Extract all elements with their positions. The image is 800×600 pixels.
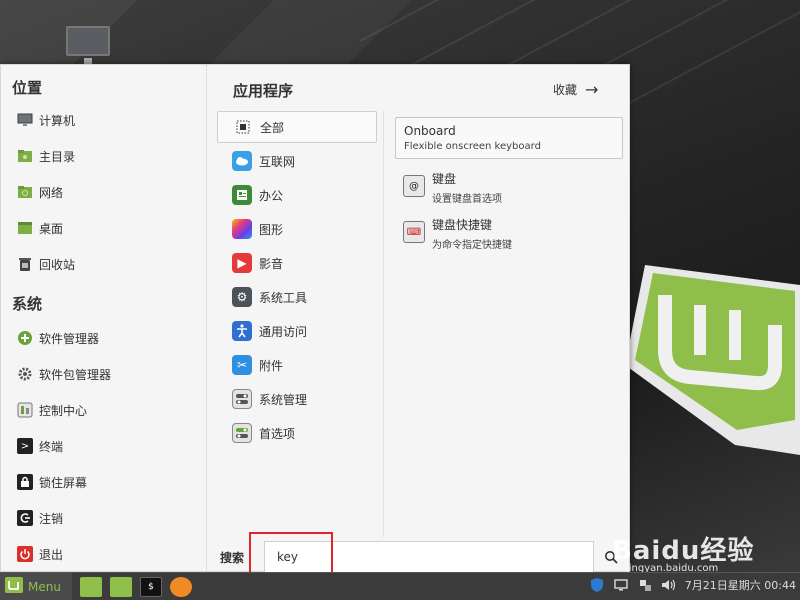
internet-icon	[232, 151, 252, 171]
display-icon[interactable]	[613, 577, 629, 593]
network-folder-icon	[17, 184, 33, 200]
lock-icon	[17, 474, 33, 490]
search-input[interactable]	[264, 541, 594, 573]
logout-icon	[17, 510, 33, 526]
category-system-tools[interactable]: ⚙ 系统工具	[217, 281, 377, 313]
package-manager-icon	[17, 366, 33, 382]
system-tools-icon: ⚙	[232, 287, 252, 307]
places-item-desktop[interactable]: 桌面	[17, 217, 63, 239]
baidu-watermark: Baidu经验 jingyan.baidu.com	[612, 536, 755, 574]
category-graphics[interactable]: 图形	[217, 213, 377, 245]
applications-title: 应用程序	[233, 82, 294, 100]
software-manager-icon	[17, 330, 33, 346]
system-tray: 7月21日星期六 00:44	[589, 577, 796, 593]
monitor-icon	[17, 112, 33, 128]
system-item-logout[interactable]: 注销	[17, 507, 63, 529]
panel-divider	[383, 111, 384, 537]
app-item-keyboard[interactable]: @ 键盘 设置键盘首选项	[395, 164, 623, 206]
home-folder-launcher-icon[interactable]	[110, 576, 132, 597]
system-item-software-manager[interactable]: 软件管理器	[17, 327, 99, 349]
terminal-icon: >	[17, 438, 33, 454]
multimedia-icon: ▶	[232, 253, 252, 273]
keyboard-shortcuts-icon: ⌨	[403, 221, 425, 243]
system-item-package-manager[interactable]: 软件包管理器	[17, 363, 111, 385]
preferences-icon	[232, 423, 252, 443]
arrow-right-icon: →	[585, 80, 599, 99]
category-internet[interactable]: 互联网	[217, 145, 377, 177]
keyboard-icon: @	[403, 175, 425, 197]
category-all[interactable]: 全部	[217, 111, 377, 143]
power-icon	[17, 546, 33, 562]
menu-button[interactable]: Menu	[0, 572, 72, 600]
desktop-folder-icon	[17, 220, 33, 236]
administration-icon	[232, 389, 252, 409]
search-label: 搜索	[220, 551, 245, 565]
places-item-home[interactable]: 主目录	[17, 145, 75, 167]
mint-menu-icon	[4, 576, 24, 598]
shield-icon[interactable]	[589, 577, 605, 593]
system-item-lock-screen[interactable]: 锁住屏幕	[17, 471, 87, 493]
volume-icon[interactable]	[661, 577, 677, 593]
graphics-icon	[232, 219, 252, 239]
category-office[interactable]: 办公	[217, 179, 377, 211]
terminal-launcher-icon[interactable]: $	[140, 576, 162, 597]
clock[interactable]: 7月21日星期六 00:44	[685, 577, 796, 593]
system-item-control-center[interactable]: 控制中心	[17, 399, 87, 421]
home-folder-icon	[17, 148, 33, 164]
accessories-icon: ✂	[232, 355, 252, 375]
office-icon	[232, 185, 252, 205]
system-item-quit[interactable]: 退出	[17, 543, 63, 565]
category-multimedia[interactable]: ▶ 影音	[217, 247, 377, 279]
places-item-network[interactable]: 网络	[17, 181, 63, 203]
accessibility-icon	[232, 321, 252, 341]
places-item-computer[interactable]: 计算机	[17, 109, 75, 131]
system-item-terminal[interactable]: > 终端	[17, 435, 63, 457]
all-apps-icon	[233, 117, 253, 137]
category-administration[interactable]: 系统管理	[217, 383, 377, 415]
computer-desktop-icon[interactable]	[66, 26, 110, 64]
control-center-icon	[17, 402, 33, 418]
files-launcher-icon[interactable]	[80, 576, 102, 597]
linux-mint-logo	[625, 265, 800, 455]
trash-icon	[17, 256, 33, 272]
category-accessories[interactable]: ✂ 附件	[217, 349, 377, 381]
favorites-button[interactable]: 收藏 →	[553, 80, 598, 99]
category-accessibility[interactable]: 通用访问	[217, 315, 377, 347]
app-item-keyboard-shortcuts[interactable]: ⌨ 键盘快捷键 为命令指定快捷键	[395, 210, 623, 252]
places-item-trash[interactable]: 回收站	[17, 253, 75, 275]
system-title: 系统	[12, 295, 43, 313]
network-icon[interactable]	[637, 577, 653, 593]
taskbar: Menu $ 7月21日星期六 00:44	[0, 572, 800, 600]
category-preferences[interactable]: 首选项	[217, 417, 377, 449]
places-title: 位置	[12, 79, 43, 97]
start-menu: 位置 计算机 主目录 网络 桌面 回收站 系统 软件管理器 软件包管理器 控制中…	[0, 64, 630, 575]
places-panel: 位置 计算机 主目录 网络 桌面 回收站 系统 软件管理器 软件包管理器 控制中…	[1, 65, 207, 573]
firefox-launcher-icon[interactable]	[170, 576, 192, 597]
app-item-onboard[interactable]: Onboard Flexible onscreen keyboard	[395, 117, 623, 159]
